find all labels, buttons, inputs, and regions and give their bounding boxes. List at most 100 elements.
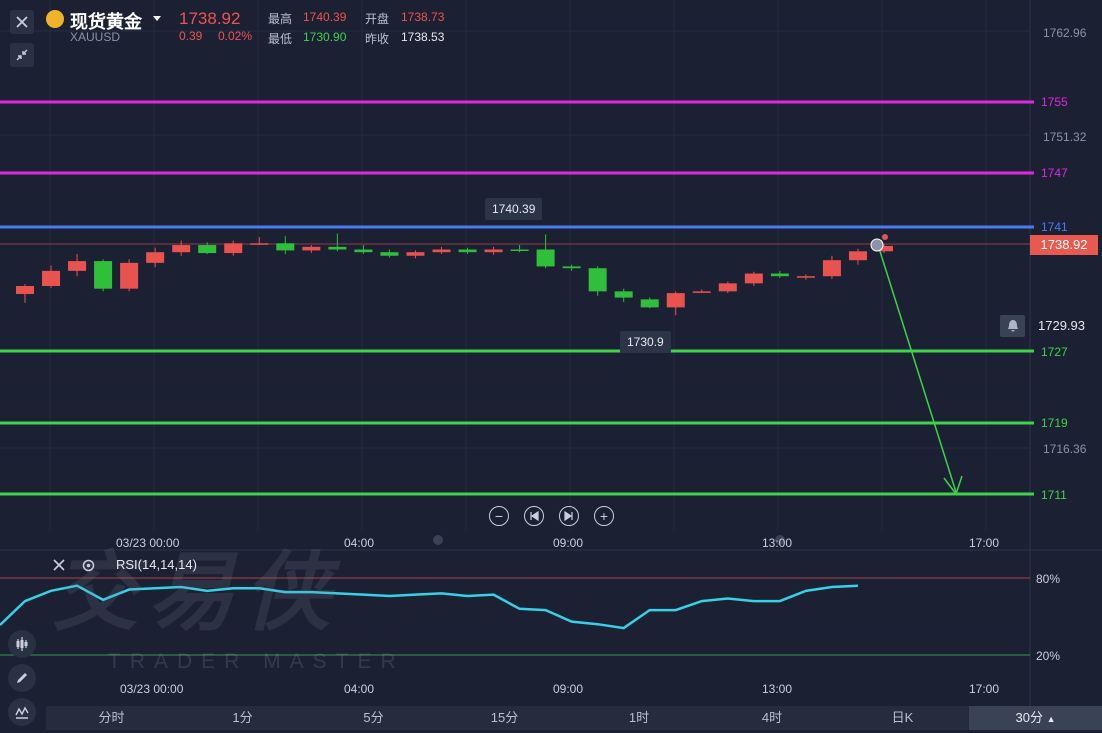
period-tab-4h[interactable]: 4时 <box>708 706 836 730</box>
plus-icon: + <box>599 508 609 524</box>
candle <box>458 249 477 253</box>
quote-value-open: 1738.73 <box>401 10 445 24</box>
candle <box>718 283 737 292</box>
candle <box>848 251 867 261</box>
info-marker-icon <box>870 238 884 252</box>
close-icon <box>53 559 65 571</box>
time-axis-label: 09:00 <box>553 682 584 696</box>
candle <box>354 249 373 253</box>
quote-label-low: 最低 <box>268 32 293 46</box>
period-tab-timeshare[interactable]: 分时 <box>46 706 177 730</box>
current-price-tag: 1738.92 <box>1030 235 1098 255</box>
rsi-upper-label: 80% <box>1036 572 1061 586</box>
zoom-in-button[interactable]: + <box>594 506 614 526</box>
price-axis-label: 1751.32 <box>1043 130 1087 144</box>
trend-arrow-line <box>877 244 957 493</box>
candle <box>614 291 633 298</box>
quote-value-prev-close: 1738.53 <box>401 30 445 44</box>
chevron-down-icon[interactable] <box>153 16 161 21</box>
level-tag-1747: 1747 <box>1036 165 1098 182</box>
skip-forward-icon <box>564 511 573 521</box>
candle <box>198 245 217 254</box>
time-axis-label: 09:00 <box>553 536 584 550</box>
candle <box>120 262 139 289</box>
minus-icon: − <box>494 508 504 524</box>
quote-value-high: 1740.39 <box>303 10 347 24</box>
quote-value-low: 1730.90 <box>303 30 347 44</box>
trend-arrow-head <box>943 475 963 496</box>
period-tab-5m[interactable]: 5分 <box>308 706 439 730</box>
candle <box>770 273 789 277</box>
indicator-button[interactable] <box>8 698 36 726</box>
period-tab-daily[interactable]: 日K <box>836 706 969 730</box>
quote-label-prev-close: 昨收 <box>365 32 390 46</box>
high-marker: 1740.39 <box>485 198 543 220</box>
candle <box>406 252 425 256</box>
scroll-end-button[interactable] <box>559 506 579 526</box>
time-axis-label: 03/23 00:00 <box>116 536 180 550</box>
candle <box>224 243 243 254</box>
candle <box>562 266 581 269</box>
caret-up-icon: ▲ <box>1046 714 1056 724</box>
red-dot-marker <box>882 234 888 240</box>
time-axis-label: 04:00 <box>344 682 375 696</box>
close-icon <box>16 16 28 28</box>
zoom-out-button[interactable]: − <box>489 506 509 526</box>
quote-label-high: 最高 <box>268 12 293 26</box>
price-alert-button[interactable] <box>1000 315 1025 337</box>
time-axis-label: 03/23 00:00 <box>120 682 184 696</box>
candle <box>692 291 711 293</box>
time-axis-label: 04:00 <box>344 536 375 550</box>
indicator-icon <box>15 706 29 719</box>
rsi-lower-label: 20% <box>1036 649 1061 663</box>
time-axis-label: 13:00 <box>762 682 793 696</box>
level-tag-1741: 1741 <box>1036 219 1098 236</box>
pencil-icon <box>17 673 27 683</box>
watermark-logo: 交易侠 <box>52 545 340 641</box>
candle <box>276 243 295 251</box>
period-tab-30m[interactable]: 30分 ▲ <box>969 706 1102 730</box>
gear-icon <box>82 559 95 572</box>
rsi-settings-button[interactable] <box>81 558 96 578</box>
quote-label-open: 开盘 <box>365 12 390 26</box>
instrument-symbol: XAUUSD <box>70 30 121 44</box>
time-axis-label: 17:00 <box>969 536 1000 550</box>
collapse-button[interactable] <box>10 43 34 67</box>
period-tab-1h[interactable]: 1时 <box>570 706 708 730</box>
period-tab-30m-label: 30分 <box>1015 710 1043 725</box>
period-tab-15m[interactable]: 15分 <box>439 706 570 730</box>
candle <box>94 261 113 289</box>
price-axis-label: 1762.96 <box>1043 26 1087 40</box>
low-marker: 1730.9 <box>620 331 671 353</box>
candle <box>588 268 607 292</box>
candle <box>16 286 34 295</box>
draw-tool-button[interactable] <box>8 664 36 692</box>
price-axis-label: 1716.36 <box>1043 442 1087 456</box>
candle <box>68 261 87 271</box>
candle <box>432 249 451 253</box>
candle <box>822 260 841 277</box>
watermark-text: TRADER MASTER <box>108 650 405 673</box>
candle <box>42 270 61 287</box>
alert-price: 1729.93 <box>1038 318 1085 333</box>
gold-coin-icon <box>46 10 64 28</box>
candle <box>796 276 815 278</box>
collapse-arrows-icon <box>16 49 28 61</box>
close-button[interactable] <box>10 10 34 34</box>
candlestick-icon <box>16 637 28 651</box>
level-tag-1727: 1727 <box>1036 344 1098 361</box>
scroll-start-button[interactable] <box>524 506 544 526</box>
candle <box>250 243 269 245</box>
last-price: 1738.92 <box>179 9 241 28</box>
chart-type-button[interactable] <box>8 630 36 658</box>
rsi-close-button[interactable] <box>52 558 66 577</box>
period-tab-1m[interactable]: 1分 <box>177 706 308 730</box>
candle <box>510 249 529 252</box>
candle <box>172 245 191 253</box>
price-change-pct: 0.02% <box>218 29 253 43</box>
time-axis-label: 17:00 <box>969 682 1000 696</box>
rsi-label: RSI(14,14,14) <box>116 557 197 572</box>
candle <box>146 252 165 263</box>
level-tag-1711: 1711 <box>1036 487 1098 504</box>
candle <box>328 246 347 250</box>
